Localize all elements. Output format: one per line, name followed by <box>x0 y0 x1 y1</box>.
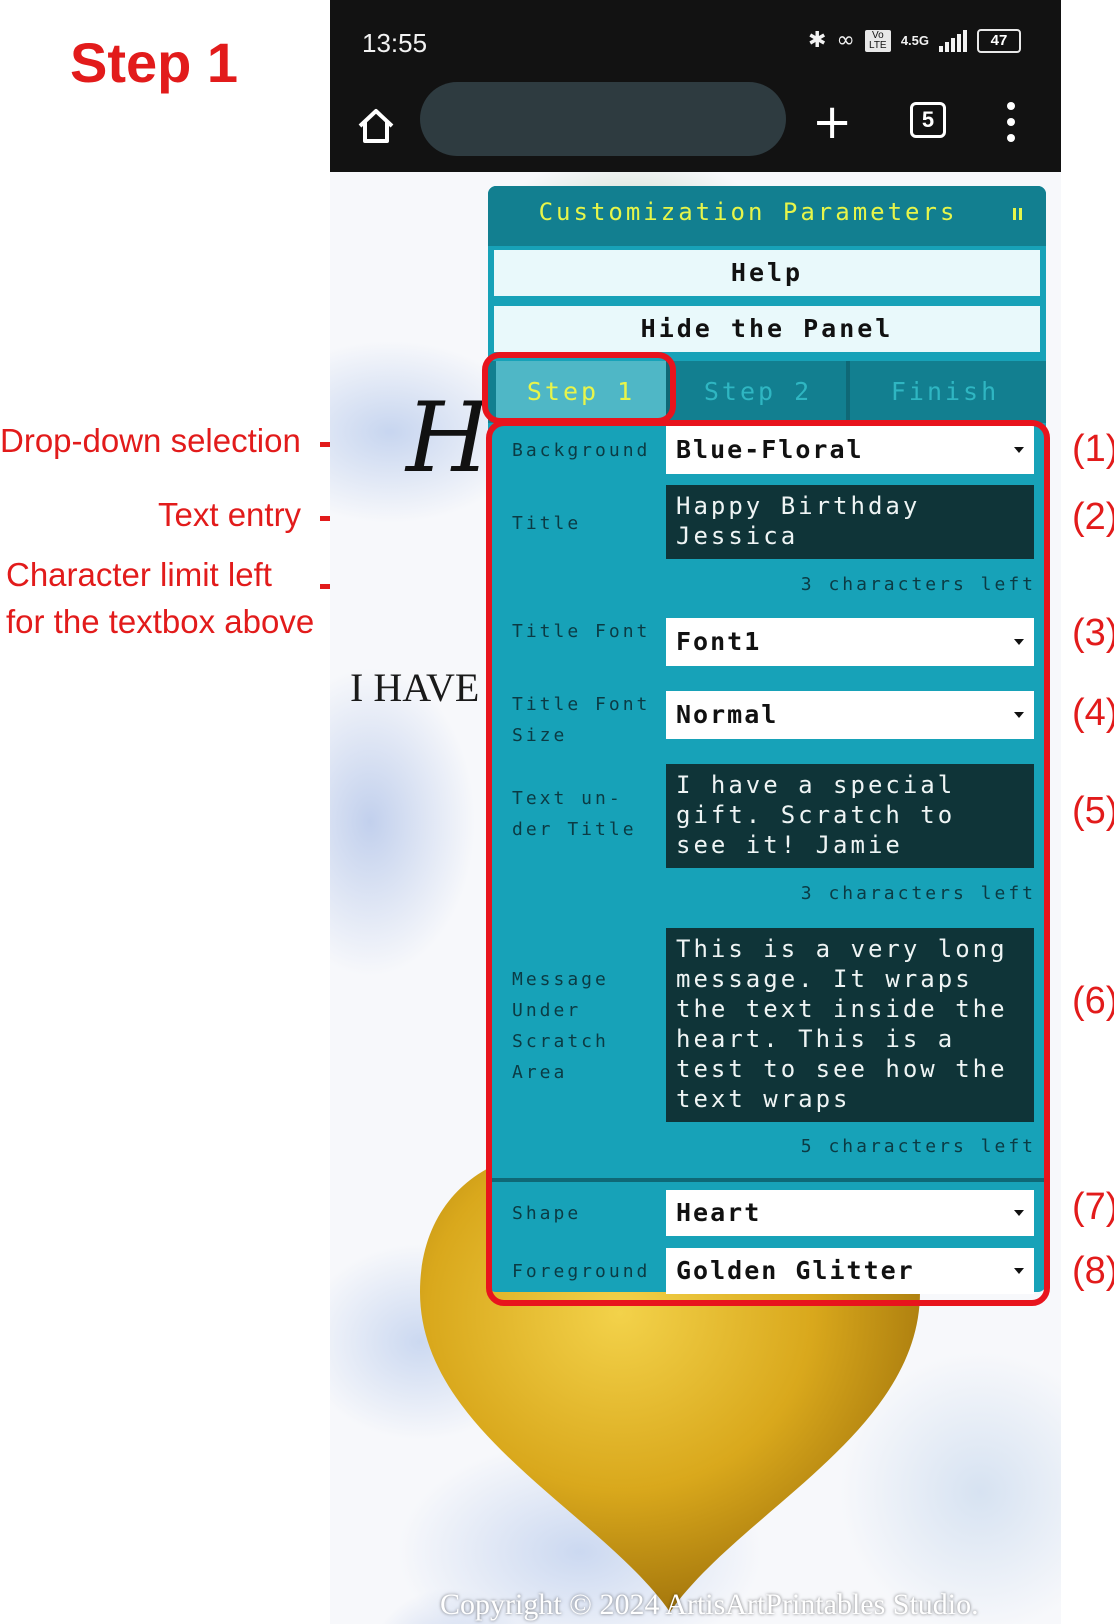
status-bar: 13:55 ✱ ∞ Vo LTE 4.5G 47 <box>330 0 1061 90</box>
foreground-label: Foreground <box>512 1261 651 1282</box>
network-type: 4.5G <box>900 33 929 48</box>
status-time: 13:55 <box>362 28 428 58</box>
title-textarea[interactable]: Happy Birthday Jessica <box>666 485 1034 559</box>
background-select[interactable]: Blue-Floral <box>666 426 1034 474</box>
annotation-number-1: (1) <box>1072 428 1114 470</box>
link-icon: ∞ <box>836 28 855 53</box>
annotation-number-8: (8) <box>1072 1250 1114 1292</box>
menu-icon[interactable] <box>1006 102 1016 142</box>
title-font-select[interactable]: Font1 <box>666 618 1034 666</box>
collapse-icon[interactable] <box>1013 208 1022 220</box>
text-under-title-label: Text un-der Title <box>512 788 637 840</box>
tabs-icon[interactable]: 5 <box>910 102 946 138</box>
hide-panel-button[interactable]: Hide the Panel <box>494 306 1040 352</box>
annotation-number-2: (2) <box>1072 496 1114 538</box>
annotation-number-3: (3) <box>1072 612 1114 654</box>
title-font-size-select[interactable]: Normal <box>666 691 1034 739</box>
chevron-down-icon <box>1014 1268 1024 1274</box>
signal-icon <box>939 29 967 52</box>
text-under-title-chars-left: 3 characters left <box>800 883 1036 904</box>
tab-bar: Step 1 Step 2 Finish <box>488 361 1046 423</box>
plus-icon[interactable]: + <box>812 98 852 146</box>
chevron-down-icon <box>1014 639 1024 645</box>
tab-step-2[interactable]: Step 2 <box>670 361 846 423</box>
status-icons: ✱ ∞ Vo LTE 4.5G 47 <box>808 28 1021 53</box>
chevron-down-icon <box>1014 447 1024 453</box>
title-font-size-label: Title Font Size <box>512 694 651 746</box>
panel-header: Customization Parameters <box>488 186 1046 246</box>
tab-step-1[interactable]: Step 1 <box>496 361 666 423</box>
background-value: Blue-Floral <box>676 435 864 464</box>
phone-screen: 13:55 ✱ ∞ Vo LTE 4.5G 47 + 5 Ha I HAVE C… <box>330 0 1061 1624</box>
background-label: Background <box>512 440 651 461</box>
title-label: Title <box>512 513 582 534</box>
title-font-label: Title Font <box>512 621 651 642</box>
annotation-char-limit-label-1: Character limit left <box>6 556 272 593</box>
copyright-text: Copyright © 2024 ArtisArtPrintables Stud… <box>440 1588 979 1621</box>
panel-title: Customization Parameters <box>538 198 958 226</box>
chevron-down-icon <box>1014 712 1024 718</box>
title-font-value: Font1 <box>676 627 762 656</box>
message-textarea[interactable]: This is a very long message. It wraps th… <box>666 928 1034 1122</box>
title-font-size-value: Normal <box>676 700 779 729</box>
url-bar[interactable] <box>420 82 786 156</box>
foreground-value: Golden Glitter <box>676 1256 915 1285</box>
battery-icon: 47 <box>977 28 1021 53</box>
annotation-dropdown-label: Drop-down selection <box>0 422 301 459</box>
text-under-title-textarea[interactable]: I have a special gift. Scratch to see it… <box>666 764 1034 868</box>
tab-finish[interactable]: Finish <box>850 361 1040 423</box>
page-text-partial: I HAVE <box>350 665 480 710</box>
message-chars-left: 5 characters left <box>800 1136 1036 1157</box>
shape-value: Heart <box>676 1198 762 1227</box>
annotation-text-entry-label: Text entry <box>158 496 302 533</box>
browser-toolbar: + 5 <box>330 82 1061 172</box>
shape-label: Shape <box>512 1203 582 1224</box>
annotation-number-6: (6) <box>1072 980 1114 1022</box>
volte-icon: Vo LTE <box>864 29 891 52</box>
annotation-number-4: (4) <box>1072 692 1114 734</box>
section-divider <box>488 1178 1046 1182</box>
message-label: Message Under Scratch Area <box>512 969 609 1083</box>
bluetooth-icon: ✱ <box>808 28 827 53</box>
chevron-down-icon <box>1014 1210 1024 1216</box>
annotation-number-5: (5) <box>1072 790 1114 832</box>
foreground-select[interactable]: Golden Glitter <box>666 1248 1034 1294</box>
annotation-number-7: (7) <box>1072 1186 1114 1228</box>
customization-panel: Customization Parameters Help Hide the P… <box>488 186 1046 1294</box>
title-chars-left: 3 characters left <box>800 574 1036 595</box>
help-button[interactable]: Help <box>494 250 1040 296</box>
annotation-char-limit-label-2: for the textbox above <box>6 603 315 640</box>
home-icon[interactable] <box>354 104 398 148</box>
shape-select[interactable]: Heart <box>666 1190 1034 1236</box>
annotation-heading: Step 1 <box>70 31 239 94</box>
